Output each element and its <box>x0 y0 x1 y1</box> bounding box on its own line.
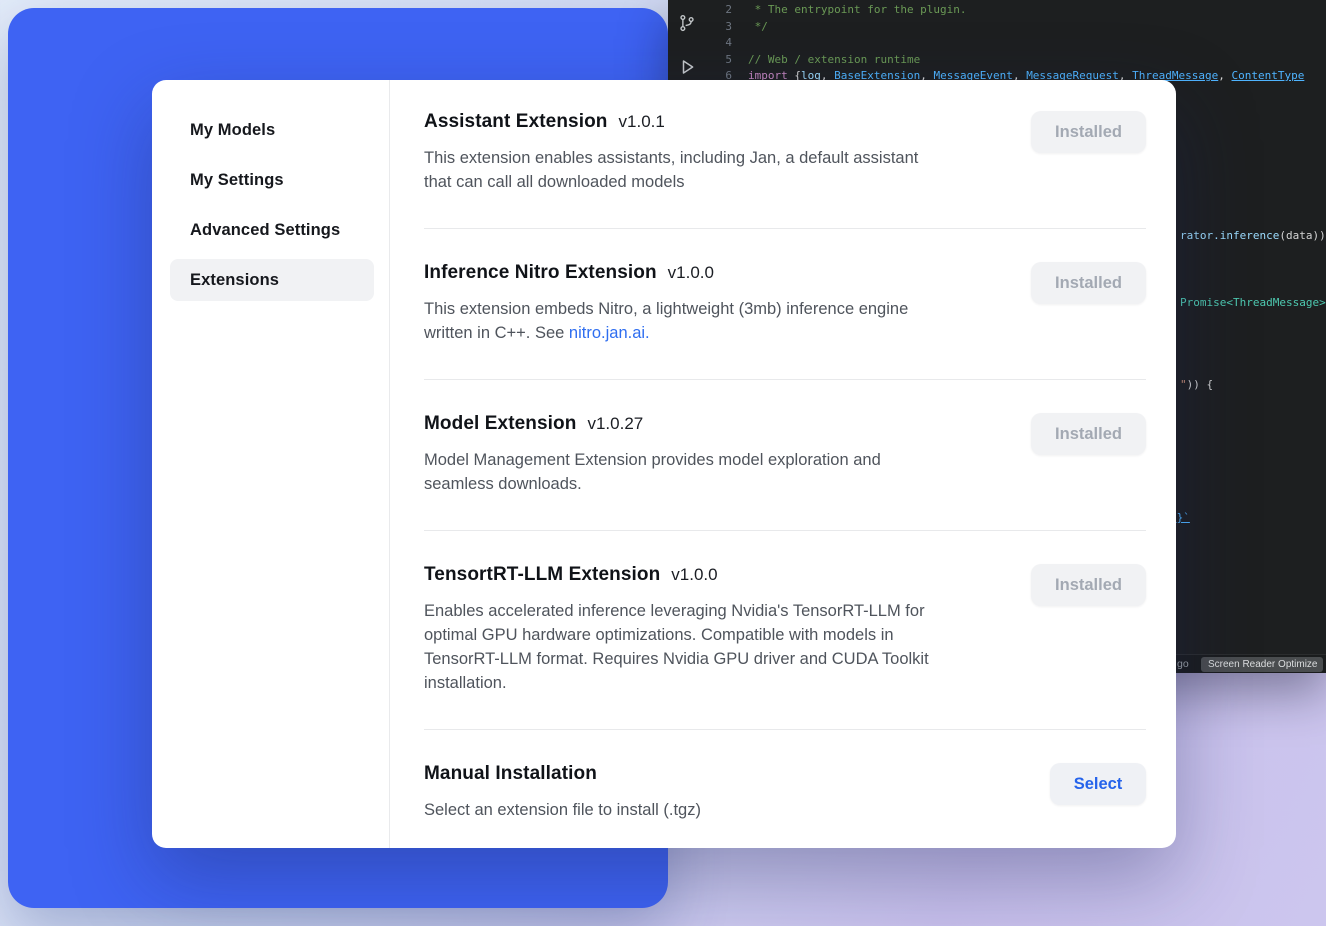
code-fragment: Promise<ThreadMessage> <box>1180 296 1326 310</box>
extension-title-row: TensortRT-LLM Extension v1.0.0 <box>424 564 929 586</box>
extension-description: Model Management Extension provides mode… <box>424 448 881 496</box>
extension-title-row: Inference Nitro Extension v1.0.0 <box>424 262 908 284</box>
extension-version: v1.0.0 <box>668 263 714 283</box>
screen-reader-optimize-button[interactable]: Screen Reader Optimize <box>1201 657 1323 672</box>
extension-name: TensortRT-LLM Extension <box>424 564 660 586</box>
settings-modal: My Models My Settings Advanced Settings … <box>152 80 1176 848</box>
extension-version: v1.0.27 <box>587 414 643 434</box>
code-fragment: ")) { <box>1180 378 1213 392</box>
line-number: 4 <box>706 35 732 52</box>
code-line-2: 2 * The entrypoint for the plugin. <box>706 2 1326 19</box>
extension-item-inference-nitro: Inference Nitro Extension v1.0.0 This ex… <box>424 229 1146 380</box>
sidebar-item-my-models[interactable]: My Models <box>170 109 374 151</box>
line-number: 5 <box>706 52 732 69</box>
extension-item-model: Model Extension v1.0.27 Model Management… <box>424 380 1146 531</box>
code-line-5: 5// Web / extension runtime <box>706 52 1326 69</box>
code-line-4: 4 <box>706 35 1326 52</box>
extensions-list: Assistant Extension v1.0.1 This extensio… <box>390 80 1176 848</box>
extension-name: Model Extension <box>424 413 576 435</box>
extension-name: Inference Nitro Extension <box>424 262 657 284</box>
sidebar-item-advanced-settings[interactable]: Advanced Settings <box>170 209 374 251</box>
line-number: 3 <box>706 19 732 36</box>
select-extension-file-button[interactable]: Select <box>1050 763 1146 805</box>
sidebar-item-my-settings[interactable]: My Settings <box>170 159 374 201</box>
run-and-debug-icon[interactable] <box>677 57 697 77</box>
extension-item-tensorrt-llm: TensortRT-LLM Extension v1.0.0 Enables a… <box>424 531 1146 730</box>
settings-sidebar: My Models My Settings Advanced Settings … <box>152 80 390 848</box>
extension-version: v1.0.1 <box>619 112 665 132</box>
code-fragment: rator.inference(data)); <box>1180 229 1326 243</box>
extension-title-row: Manual Installation <box>424 763 701 785</box>
installed-button[interactable]: Installed <box>1031 262 1146 304</box>
code-line-3: 3 */ <box>706 19 1326 36</box>
extension-item-manual-installation: Manual Installation Select an extension … <box>424 730 1146 842</box>
installed-button[interactable]: Installed <box>1031 111 1146 153</box>
extension-item-assistant: Assistant Extension v1.0.1 This extensio… <box>424 80 1146 229</box>
sidebar-item-extensions[interactable]: Extensions <box>170 259 374 301</box>
extension-name: Assistant Extension <box>424 111 608 133</box>
extension-title-row: Assistant Extension v1.0.1 <box>424 111 918 133</box>
status-bar-text: go <box>1177 658 1189 670</box>
nitro-jan-ai-link[interactable]: nitro.jan.ai. <box>569 324 650 342</box>
installed-button[interactable]: Installed <box>1031 413 1146 455</box>
source-control-icon[interactable] <box>677 13 697 33</box>
extension-description: Enables accelerated inference leveraging… <box>424 599 929 695</box>
code-area: 2 * The entrypoint for the plugin. 3 */ … <box>706 2 1326 85</box>
extension-name: Manual Installation <box>424 763 597 785</box>
extension-description: This extension embeds Nitro, a lightweig… <box>424 297 908 345</box>
extension-title-row: Model Extension v1.0.27 <box>424 413 881 435</box>
extension-description: Select an extension file to install (.tg… <box>424 798 701 822</box>
extension-version: v1.0.0 <box>671 565 717 585</box>
line-number: 2 <box>706 2 732 19</box>
installed-button[interactable]: Installed <box>1031 564 1146 606</box>
extension-description: This extension enables assistants, inclu… <box>424 146 918 194</box>
